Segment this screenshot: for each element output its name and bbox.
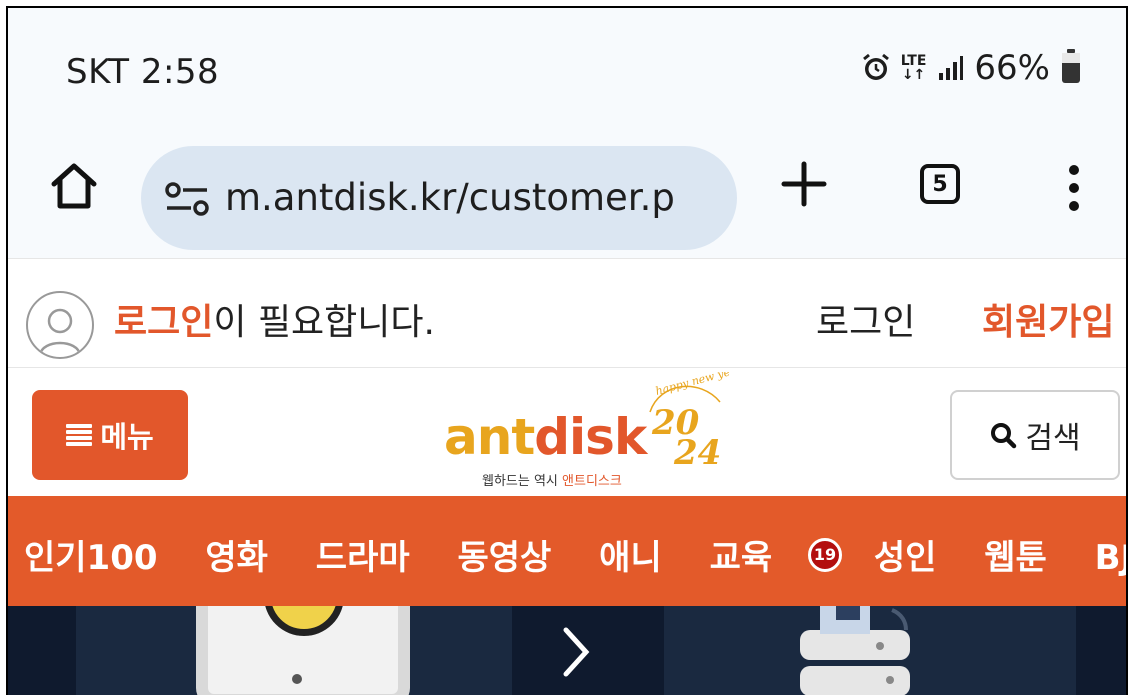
logo-tagline: 웹하드는 역시 앤트디스크 [482, 474, 622, 489]
svg-text:24: 24 [673, 433, 721, 473]
search-icon [991, 423, 1017, 449]
add-coin-icon [264, 606, 344, 636]
signal-icon [939, 56, 964, 80]
more-icon[interactable] [1064, 162, 1084, 214]
battery-percent: 66% [974, 48, 1050, 88]
nav-item-webtoon[interactable]: 웹툰 [984, 530, 1047, 579]
phone-screen: SKT 2:58 LTE ↓↑ 66% m.antdisk.kr/custome… [6, 6, 1128, 695]
alarm-icon [862, 53, 889, 80]
new-tab-icon[interactable] [778, 158, 830, 210]
login-link[interactable]: 로그인 [816, 293, 915, 345]
web-page: 로그인이 필요합니다. 로그인 회원가입 메뉴 happy new year 2… [8, 258, 1126, 695]
nav-item-drama[interactable]: 드라마 [316, 530, 410, 579]
svg-text:happy new year: happy new year [654, 372, 730, 398]
status-icons: LTE ↓↑ 66% [861, 48, 1080, 88]
nav-item-anime[interactable]: 애니 [599, 530, 662, 579]
search-button[interactable]: 검색 [950, 390, 1120, 480]
carrier-time: SKT 2:58 [66, 52, 220, 92]
logo-wordmark: antdisk [444, 408, 647, 466]
menu-button[interactable]: 메뉴 [32, 390, 188, 480]
url-text[interactable]: m.antdisk.kr/customer.p [225, 176, 675, 219]
signup-link[interactable]: 회원가입 [982, 293, 1114, 345]
nav-item-movie[interactable]: 영화 [205, 530, 268, 579]
nav-item-adult[interactable]: 성인 [874, 530, 937, 579]
site-header: 메뉴 happy new year 20 24 antdisk 웹하드는 역시 … [8, 368, 1126, 496]
battery-icon [1062, 49, 1080, 83]
status-bar: SKT 2:58 LTE ↓↑ 66% [8, 8, 1126, 128]
tab-switcher-button[interactable]: 5 [920, 164, 960, 204]
nav-item-video[interactable]: 동영상 [457, 530, 551, 579]
lte-icon: LTE ↓↑ [900, 53, 927, 83]
hamburger-icon [66, 424, 93, 446]
category-nav: 인기100 영화 드라마 동영상 애니 교육 19 성인 웹툰 BJ방 [8, 496, 1126, 606]
promo-banner[interactable] [8, 606, 1126, 695]
nav-item-education[interactable]: 교육 [710, 530, 773, 579]
tablet-icon [196, 606, 410, 695]
nav-item-popular[interactable]: 인기100 [24, 530, 158, 579]
browser-toolbar: m.antdisk.kr/customer.p 5 [8, 128, 1126, 258]
menu-label: 메뉴 [100, 420, 154, 454]
antdisk-logo[interactable]: happy new year 20 24 antdisk 웹하드는 역시 앤트디… [444, 372, 734, 496]
chevron-right-icon[interactable] [556, 622, 596, 682]
site-settings-icon[interactable] [163, 182, 211, 216]
login-required-message: 로그인이 필요합니다. [114, 302, 435, 343]
home-icon[interactable] [46, 158, 102, 214]
address-bar[interactable]: m.antdisk.kr/customer.p [141, 146, 737, 250]
avatar [26, 291, 94, 359]
user-icon [38, 308, 82, 356]
nav-item-bj[interactable]: BJ방 [1095, 530, 1126, 579]
search-label: 검색 [1025, 421, 1081, 456]
login-bar: 로그인이 필요합니다. 로그인 회원가입 [8, 258, 1126, 368]
adult-badge-icon: 19 [807, 537, 842, 572]
database-icon [800, 606, 910, 695]
